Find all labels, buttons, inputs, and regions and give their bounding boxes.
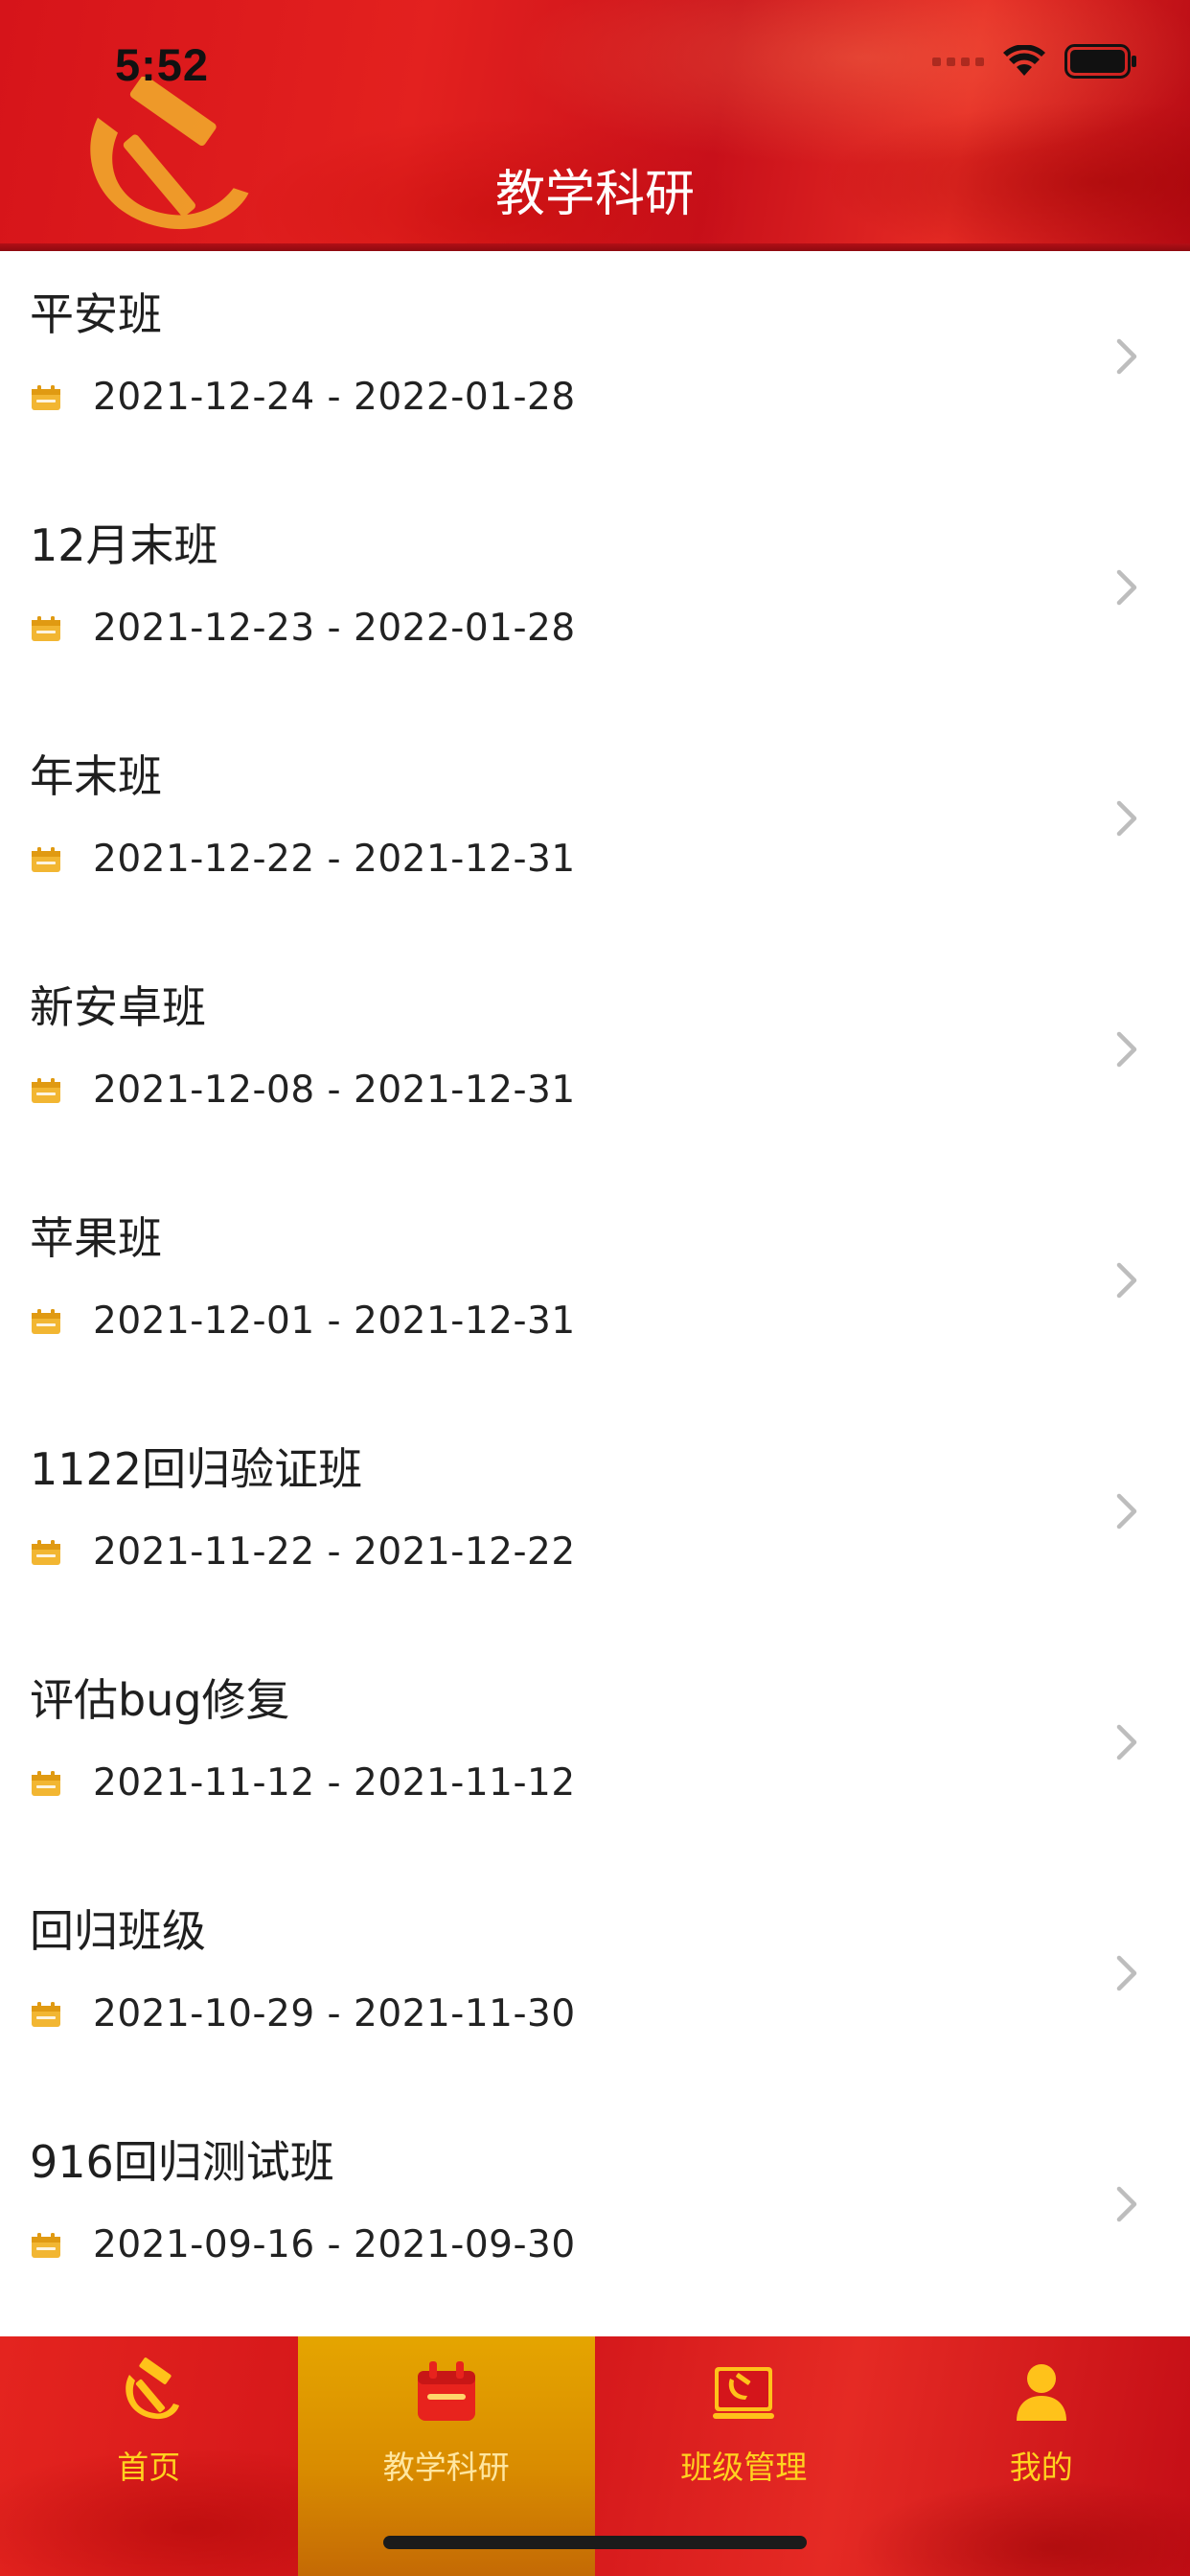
calendar-icon bbox=[32, 846, 60, 872]
class-date-range: 2021-11-12 - 2021-11-12 bbox=[93, 1761, 576, 1805]
class-list-item[interactable]: 新安卓班 2021-12-08 - 2021-12-31 bbox=[0, 944, 1190, 1175]
class-date-range: 2021-12-22 - 2021-12-31 bbox=[93, 838, 576, 881]
party-book-icon bbox=[713, 2367, 775, 2419]
class-date-range: 2021-11-22 - 2021-12-22 bbox=[93, 1530, 576, 1574]
class-name: 新安卓班 bbox=[30, 981, 206, 1033]
chevron-right-icon bbox=[1116, 1262, 1137, 1299]
calendar-icon bbox=[32, 1308, 60, 1334]
class-name: 回归班级 bbox=[30, 1905, 206, 1957]
class-name: 年末班 bbox=[30, 750, 162, 802]
calendar-icon bbox=[417, 2361, 475, 2421]
class-list-item[interactable]: 苹果班 2021-12-01 - 2021-12-31 bbox=[0, 1175, 1190, 1406]
tab-label: 我的 bbox=[1009, 2449, 1073, 2486]
tab-label: 首页 bbox=[117, 2449, 181, 2486]
class-date-row: 2021-12-23 - 2022-01-28 bbox=[30, 607, 576, 650]
chevron-right-icon bbox=[1116, 1493, 1137, 1530]
class-date-range: 2021-12-23 - 2022-01-28 bbox=[93, 607, 576, 650]
chevron-right-icon bbox=[1116, 569, 1137, 606]
class-list: 平安班 2021-12-24 - 2022-01-28 12月末班 2021-1… bbox=[0, 251, 1190, 2330]
status-time: 5:52 bbox=[115, 39, 210, 90]
calendar-icon bbox=[32, 1539, 60, 1565]
class-name: 1122回归验证班 bbox=[30, 1443, 363, 1495]
class-name: 评估bug修复 bbox=[30, 1674, 290, 1726]
class-list-item[interactable]: 回归班级 2021-10-29 - 2021-11-30 bbox=[0, 1868, 1190, 2099]
chevron-right-icon bbox=[1116, 338, 1137, 375]
wifi-icon bbox=[1003, 45, 1045, 76]
class-name: 12月末班 bbox=[30, 519, 218, 571]
class-list-item[interactable]: 12月末班 2021-12-23 - 2022-01-28 bbox=[0, 482, 1190, 713]
class-date-row: 2021-12-01 - 2021-12-31 bbox=[30, 1300, 576, 1343]
battery-icon bbox=[1064, 44, 1136, 79]
chevron-right-icon bbox=[1116, 1724, 1137, 1760]
calendar-icon bbox=[32, 2001, 60, 2027]
class-date-range: 2021-10-29 - 2021-11-30 bbox=[93, 1992, 576, 2036]
class-date-row: 2021-11-22 - 2021-12-22 bbox=[30, 1530, 576, 1574]
calendar-icon bbox=[32, 1770, 60, 1796]
class-date-range: 2021-12-01 - 2021-12-31 bbox=[93, 1300, 576, 1343]
class-name: 苹果班 bbox=[30, 1212, 162, 1264]
class-list-item[interactable]: 1122回归验证班 2021-11-22 - 2021-12-22 bbox=[0, 1406, 1190, 1637]
hammer-sickle-icon bbox=[126, 2358, 180, 2420]
tab-mine[interactable]: 我的 bbox=[893, 2336, 1190, 2576]
calendar-icon bbox=[32, 384, 60, 410]
tab-label: 教学科研 bbox=[382, 2449, 510, 2486]
class-list-item[interactable]: 评估bug修复 2021-11-12 - 2021-11-12 bbox=[0, 1637, 1190, 1868]
chevron-right-icon bbox=[1116, 1031, 1137, 1068]
person-icon bbox=[1016, 2364, 1066, 2421]
chevron-right-icon bbox=[1116, 1955, 1137, 1991]
class-date-row: 2021-10-29 - 2021-11-30 bbox=[30, 1992, 576, 2036]
class-name: 916回归测试班 bbox=[30, 2136, 334, 2188]
class-date-row: 2021-09-16 - 2021-09-30 bbox=[30, 2223, 576, 2266]
tab-home[interactable]: 首页 bbox=[0, 2336, 298, 2576]
app-header: 5:52 教学科研 bbox=[0, 0, 1190, 251]
status-indicators bbox=[932, 44, 1137, 79]
class-date-row: 2021-12-22 - 2021-12-31 bbox=[30, 838, 576, 881]
tab-label: 班级管理 bbox=[680, 2449, 808, 2486]
home-indicator[interactable] bbox=[383, 2536, 807, 2549]
class-date-row: 2021-11-12 - 2021-11-12 bbox=[30, 1761, 576, 1805]
cellular-signal-icon bbox=[932, 57, 984, 66]
class-date-range: 2021-12-24 - 2022-01-28 bbox=[93, 376, 576, 419]
chevron-right-icon bbox=[1116, 800, 1137, 837]
calendar-icon bbox=[32, 2232, 60, 2258]
class-list-item[interactable]: 916回归测试班 2021-09-16 - 2021-09-30 bbox=[0, 2099, 1190, 2330]
calendar-icon bbox=[32, 615, 60, 641]
class-date-row: 2021-12-08 - 2021-12-31 bbox=[30, 1069, 576, 1112]
page-title: 教学科研 bbox=[494, 166, 695, 223]
class-date-row: 2021-12-24 - 2022-01-28 bbox=[30, 376, 576, 419]
class-name: 平安班 bbox=[30, 288, 162, 340]
class-date-range: 2021-12-08 - 2021-12-31 bbox=[93, 1069, 576, 1112]
class-list-item[interactable]: 年末班 2021-12-22 - 2021-12-31 bbox=[0, 713, 1190, 944]
class-date-range: 2021-09-16 - 2021-09-30 bbox=[93, 2223, 576, 2266]
calendar-icon bbox=[32, 1077, 60, 1103]
class-list-item[interactable]: 平安班 2021-12-24 - 2022-01-28 bbox=[0, 251, 1190, 482]
chevron-right-icon bbox=[1116, 2186, 1137, 2222]
